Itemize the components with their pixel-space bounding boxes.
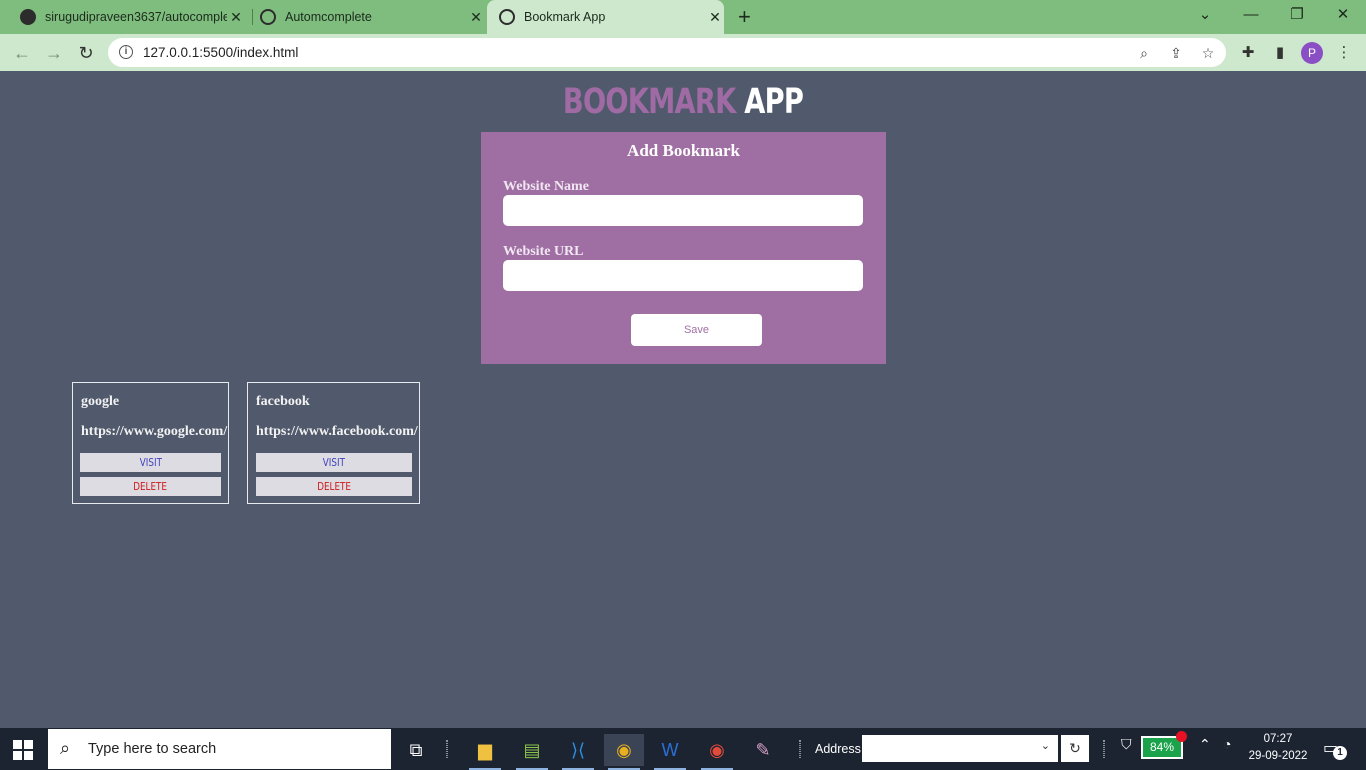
bookmark-url: https://www.facebook.com/ (256, 424, 418, 439)
minimize-button[interactable]: — (1228, 0, 1274, 34)
taskbar: ⌕ Type here to search ⧉ ▆ ▤ ⟩⟨ ◉ W ◉ ✎ A… (0, 728, 1366, 770)
close-icon[interactable]: ✕ (706, 9, 724, 26)
bookmark-name: facebook (256, 394, 310, 409)
paint-icon[interactable]: ✎ (743, 734, 783, 766)
globe-icon (499, 9, 515, 25)
address-bar[interactable]: i 127.0.0.1:5500/index.html ⌕ ⇪ ☆ (108, 38, 1226, 67)
search-icon: ⌕ (60, 738, 71, 758)
extensions-icon[interactable]: ✚ (1237, 42, 1259, 64)
github-icon (20, 9, 36, 25)
forward-button[interactable]: → (41, 40, 67, 66)
visit-button[interactable]: VISIT (80, 453, 221, 472)
chrome-icon[interactable]: ◉ (697, 734, 737, 770)
reload-button[interactable]: ↻ (73, 40, 99, 66)
new-tab-button[interactable]: + (738, 5, 751, 29)
address-go-button[interactable]: ↻ (1061, 735, 1089, 762)
visit-button[interactable]: VISIT (256, 453, 412, 472)
share-icon[interactable]: ⇪ (1165, 42, 1187, 64)
bookmark-star-icon[interactable]: ☆ (1197, 42, 1219, 64)
website-name-label: Website Name (503, 179, 589, 194)
delete-button[interactable]: DELETE (80, 477, 221, 496)
chevron-up-icon[interactable]: ⌃ (1199, 736, 1211, 753)
add-bookmark-form: Add Bookmark Website Name Website URL Sa… (481, 132, 886, 364)
tab-automcomplete[interactable]: Automcomplete ✕ (260, 0, 485, 34)
battery-alert-dot (1176, 731, 1187, 742)
wifi-icon[interactable]: ◔ (1223, 736, 1231, 752)
taskbar-divider (1103, 740, 1105, 758)
form-heading: Add Bookmark (627, 141, 740, 160)
bookmark-card: facebook https://www.facebook.com/ VISIT… (247, 382, 420, 504)
close-icon[interactable]: ✕ (467, 9, 485, 26)
notification-count: 1 (1333, 746, 1347, 760)
title-bookmark: BOOKMARK (562, 82, 736, 122)
page-title: BOOKMARK APP (150, 80, 1215, 124)
tab-divider (252, 9, 253, 25)
bookmark-url: https://www.google.com/ (81, 424, 228, 439)
close-icon[interactable]: ✕ (227, 9, 245, 26)
bookmark-name: google (81, 394, 120, 409)
delete-label: DELETE (317, 480, 351, 493)
delete-label: DELETE (133, 480, 168, 493)
visit-label: VISIT (139, 456, 162, 469)
vscode-icon[interactable]: ⟩⟨ (558, 734, 598, 770)
search-placeholder: Type here to search (88, 741, 217, 757)
chevron-down-icon[interactable]: ⌄ (1041, 739, 1050, 752)
profile-avatar[interactable]: P (1301, 42, 1323, 64)
word-icon[interactable]: W (650, 734, 690, 770)
tab-title: Automcomplete (285, 10, 372, 24)
close-window-button[interactable]: ✕ (1320, 0, 1366, 34)
address-toolbar-input[interactable]: ⌄ (862, 735, 1058, 762)
chrome-profile-icon[interactable]: ◉ (604, 734, 644, 770)
security-shield-icon[interactable]: ⛉ (1121, 736, 1132, 753)
tab-github[interactable]: sirugudipraveen3637/autocomplete ✕ (20, 0, 253, 34)
taskbar-search-box[interactable]: ⌕ Type here to search (48, 729, 391, 769)
clock-date: 29-09-2022 (1248, 750, 1308, 762)
tab-title: sirugudipraveen3637/autocomplete (45, 10, 227, 24)
notification-icon[interactable]: ▭ 1 (1323, 738, 1347, 760)
save-button[interactable]: Save (631, 314, 762, 346)
file-explorer-icon[interactable]: ▆ (465, 734, 505, 770)
title-app: APP (744, 82, 804, 122)
clock-time: 07:27 (1263, 733, 1293, 745)
tab-search-chevron-icon[interactable]: ⌄ (1182, 0, 1228, 34)
zoom-icon[interactable]: ⌕ (1133, 42, 1155, 64)
browser-tabstrip: sirugudipraveen3637/autocomplete ✕ Autom… (0, 0, 1366, 34)
taskbar-clock[interactable]: 07:27 29-09-2022 (1246, 731, 1310, 765)
site-info-icon[interactable]: i (119, 45, 133, 59)
tab-title: Bookmark App (524, 10, 606, 24)
restore-button[interactable]: ❐ (1274, 0, 1320, 34)
website-url-label: Website URL (503, 244, 584, 259)
website-name-input[interactable] (503, 195, 863, 226)
menu-kebab-icon[interactable]: ⋮ (1333, 42, 1355, 64)
bookmark-card: google https://www.google.com/ VISIT DEL… (72, 382, 229, 504)
address-toolbar-label: Address (815, 742, 861, 756)
delete-button[interactable]: DELETE (256, 477, 412, 496)
taskbar-divider (799, 740, 801, 758)
battery-level: 84% (1149, 740, 1175, 754)
windows-start-icon[interactable] (13, 740, 33, 760)
battery-indicator[interactable]: 84% (1141, 731, 1187, 759)
side-panel-icon[interactable]: ▮ (1269, 42, 1291, 64)
back-button[interactable]: ← (9, 40, 35, 66)
tab-bookmark-app[interactable]: Bookmark App ✕ (487, 0, 724, 34)
url-text: 127.0.0.1:5500/index.html (143, 45, 299, 60)
globe-icon (260, 9, 276, 25)
task-view-icon[interactable]: ⧉ (396, 734, 436, 766)
browser-toolbar: ← → ↻ i 127.0.0.1:5500/index.html ⌕ ⇪ ☆ … (0, 34, 1366, 71)
visit-label: VISIT (322, 456, 346, 469)
website-url-input[interactable] (503, 260, 863, 291)
notes-app-icon[interactable]: ▤ (512, 734, 552, 770)
taskbar-divider (446, 740, 448, 758)
